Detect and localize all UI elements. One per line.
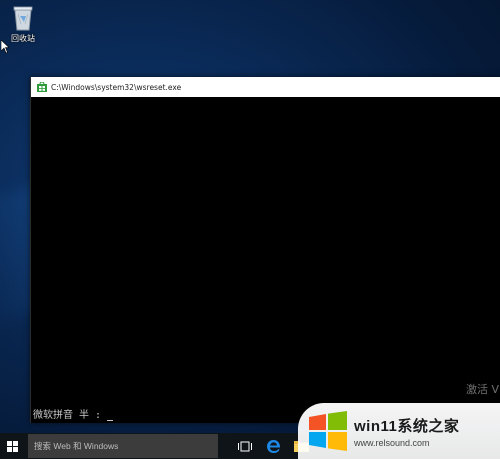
ime-status-bar: 微软拼音 半 : [33,406,114,421]
ime-status-text: 微软拼音 半 : [33,410,102,421]
store-app-icon [37,82,47,92]
edge-icon [266,439,280,453]
windows-flag-logo-icon [309,411,347,451]
recycle-bin-shortcut[interactable]: 回收站 [4,2,42,44]
recycle-bin-label: 回收站 [11,34,35,43]
windows-logo-icon [6,440,18,452]
search-input[interactable] [34,441,214,451]
search-box[interactable] [28,434,218,458]
mouse-cursor-icon [1,40,9,54]
watermark-url: www.relsound.com [354,437,430,448]
text-caret [107,420,114,421]
window-titlebar[interactable]: C:\Windows\system32\wsreset.exe [31,77,500,97]
activation-watermark: 激活 V [465,383,499,396]
start-button[interactable] [0,433,24,459]
console-window[interactable]: C:\Windows\system32\wsreset.exe 激活 V 微软拼… [30,77,500,423]
recycle-bin-icon [13,6,33,31]
task-view-button[interactable] [232,433,258,459]
task-view-icon [238,441,252,451]
console-output-area[interactable]: 激活 V 微软拼音 半 : [31,97,500,423]
window-title: C:\Windows\system32\wsreset.exe [51,82,182,92]
site-watermark: win11系统之家 www.relsound.com [298,403,500,459]
edge-button[interactable] [260,433,286,459]
watermark-title: win11系统之家 [354,417,460,435]
